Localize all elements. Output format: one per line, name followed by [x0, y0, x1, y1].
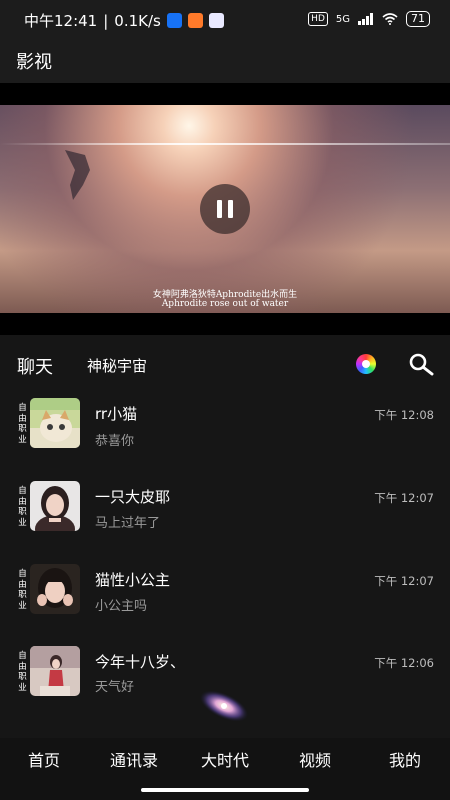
chat-name: 一只大皮耶 — [95, 488, 171, 506]
avatar[interactable] — [30, 564, 80, 614]
zhihu-app-icon — [166, 13, 182, 28]
nav-mine[interactable]: 我的 — [389, 747, 421, 771]
color-wheel-icon[interactable] — [356, 354, 376, 374]
pause-icon — [217, 200, 222, 218]
tab-mysterious-universe[interactable]: 神秘宇宙 — [87, 355, 147, 376]
tab-chat[interactable]: 聊天 — [17, 353, 53, 379]
nav-home[interactable]: 首页 — [28, 747, 60, 771]
video-app-icon — [208, 13, 224, 28]
hd-badge: HD — [308, 12, 328, 26]
taobao-app-icon — [187, 13, 203, 28]
job-tag: 自由职业 — [18, 403, 27, 445]
bottom-nav: 首页 通讯录 大时代 视频 我的 — [0, 738, 450, 780]
top-header: 影视 — [0, 38, 450, 83]
subtitle-english: Aphrodite rose out of water — [161, 299, 289, 309]
chat-message: 恭喜你 — [95, 434, 135, 449]
wifi-icon — [382, 13, 398, 25]
chat-message: 天气好 — [95, 680, 135, 695]
chat-time: 下午 12:06 — [374, 656, 434, 670]
job-tag: 自由职业 — [18, 486, 27, 528]
avatar[interactable] — [30, 481, 80, 531]
status-bar: 中午12:41 | 0.1K/s HD 5G 71 — [0, 0, 450, 38]
signal-icon — [358, 13, 373, 25]
status-time: 中午12:41 — [24, 12, 98, 30]
chat-message: 马上过年了 — [95, 516, 161, 531]
job-tag: 自由职业 — [18, 651, 27, 693]
job-tag: 自由职业 — [18, 569, 27, 611]
chat-list-item[interactable]: 自由职业 rr小猫 恭喜你 下午 12:08 — [0, 398, 450, 478]
chat-name: 猫性小公主 — [95, 571, 171, 589]
status-separator: | — [103, 11, 109, 30]
page-title: 影视 — [16, 52, 52, 73]
chat-message: 小公主吗 — [95, 599, 148, 614]
chat-name: rr小猫 — [95, 405, 138, 423]
avatar[interactable] — [30, 646, 80, 696]
pause-icon-bar — [228, 200, 233, 218]
chat-list-item[interactable]: 自由职业 一只大皮耶 马上过年了 下午 12:07 — [0, 481, 450, 561]
galaxy-icon[interactable] — [196, 684, 252, 728]
chat-time: 下午 12:07 — [374, 491, 434, 505]
chat-name: 今年十八岁、 — [95, 653, 186, 671]
nav-contacts[interactable]: 通讯录 — [110, 747, 158, 771]
nav-video[interactable]: 视频 — [299, 747, 331, 771]
nav-big-era[interactable]: 大时代 — [201, 747, 249, 771]
avatar[interactable] — [30, 398, 80, 448]
home-indicator[interactable] — [141, 788, 309, 792]
chat-list-item[interactable]: 自由职业 猫性小公主 小公主吗 下午 12:07 — [0, 564, 450, 644]
network-type: 5G — [335, 13, 350, 25]
chat-time: 下午 12:08 — [374, 408, 434, 422]
search-icon[interactable] — [408, 352, 436, 376]
figure-silhouette — [65, 150, 90, 200]
battery-indicator: 71 — [406, 11, 430, 27]
network-speed: 0.1K/s — [114, 11, 161, 30]
pause-button[interactable] — [200, 184, 250, 234]
chat-time: 下午 12:07 — [374, 574, 434, 588]
